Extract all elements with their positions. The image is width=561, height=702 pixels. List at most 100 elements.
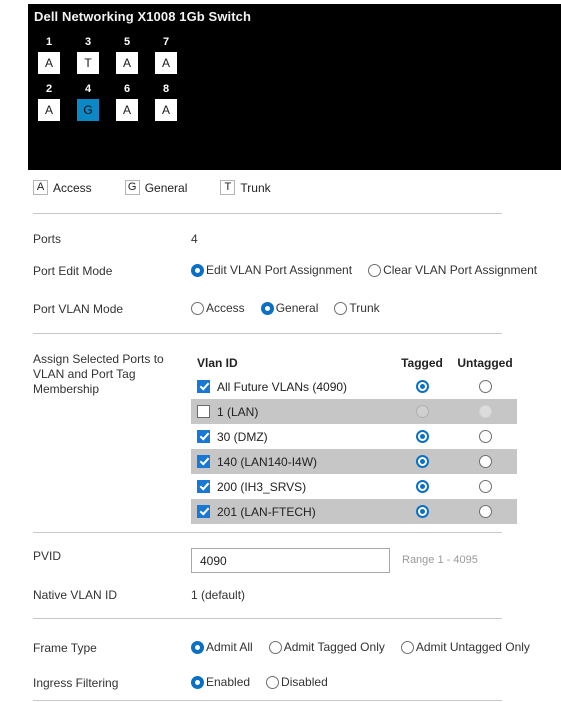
radio-unselected-icon[interactable] [266,675,280,689]
port-mode-box[interactable]: T [77,52,99,74]
untagged-cell[interactable] [453,455,517,468]
radio-selected-icon[interactable] [191,640,204,654]
checkbox-checked-icon[interactable] [197,505,210,518]
port-vlan-mode-radiogroup[interactable]: Access General Trunk [191,301,396,315]
radio-selected-icon[interactable] [191,263,204,277]
frame-type-option-0[interactable]: Admit All [191,640,253,654]
port-mode-box[interactable]: A [116,99,138,121]
tagged-cell[interactable] [391,455,453,468]
untagged-cell[interactable] [453,480,517,493]
port-mode-box[interactable]: A [38,99,60,121]
tagged-cell[interactable] [391,430,453,443]
port-number-label: 7 [162,36,170,48]
vlan-id-cell[interactable]: 140 (LAN140-I4W) [191,455,391,469]
radio-unselected-icon[interactable] [368,263,382,277]
port-number-label: 6 [123,83,131,95]
tagged-cell[interactable] [391,405,453,418]
port-3[interactable]: 3T [77,36,99,74]
tagged-radio-selected-icon[interactable] [415,505,429,518]
untagged-radio-unselected-icon[interactable] [478,455,492,468]
vlan-row[interactable]: 140 (LAN140-I4W) [191,449,517,474]
port-mode-box[interactable]: A [155,52,177,74]
vlan-row[interactable]: All Future VLANs (4090) [191,374,517,399]
vlan-row[interactable]: 1 (LAN) [191,399,517,424]
checkbox-checked-icon[interactable] [197,480,210,493]
radio-selected-icon[interactable] [191,675,204,689]
frame-type-radiogroup[interactable]: Admit All Admit Tagged Only Admit Untagged… [191,640,546,654]
ports-value: 4 [191,232,198,246]
port-vlan-mode-option-0[interactable]: Access [191,301,245,315]
port-vlan-mode-option-2[interactable]: Trunk [334,301,380,315]
port-4[interactable]: 4G [77,83,99,121]
port-mode-box[interactable]: A [38,52,60,74]
vlan-name-label: 201 (LAN-FTECH) [217,504,316,519]
divider [33,532,502,533]
port-1[interactable]: 1A [38,36,60,74]
radio-unselected-icon[interactable] [400,640,414,654]
checkbox-checked-icon[interactable] [197,455,210,468]
untagged-radio-unselected-icon[interactable] [478,480,492,493]
untagged-cell[interactable] [453,430,517,443]
tagged-radio-selected-icon[interactable] [415,480,429,493]
radio-unselected-icon[interactable] [334,301,348,315]
radio-unselected-icon[interactable] [268,640,282,654]
tagged-radio-selected-icon[interactable] [415,380,429,393]
port-row: 1A3T5A7A [38,36,177,74]
tagged-radio-selected-icon[interactable] [415,430,429,443]
port-8[interactable]: 8A [155,83,177,121]
pvid-range-hint: Range 1 - 4095 [402,554,478,566]
untagged-cell[interactable] [453,405,517,418]
vlan-assignment-label: Assign Selected Ports to VLAN and Port T… [33,352,164,396]
vlan-row[interactable]: 201 (LAN-FTECH) [191,499,517,524]
checkbox-checked-icon[interactable] [197,380,210,393]
checkbox-unchecked-icon[interactable] [197,405,210,418]
port-5[interactable]: 5A [116,36,138,74]
vlan-name-label: 1 (LAN) [217,404,259,419]
vlan-id-cell[interactable]: 1 (LAN) [191,405,391,419]
vlan-row[interactable]: 30 (DMZ) [191,424,517,449]
legend-key-box: G [124,180,140,195]
untagged-radio-unselected-icon[interactable] [478,505,492,518]
port-edit-mode-label: Port Edit Mode [33,264,113,278]
column-header-tagged: Tagged [401,356,443,370]
checkbox-checked-icon[interactable] [197,430,210,443]
ingress-filtering-option-1[interactable]: Disabled [266,675,328,689]
port-number-label: 8 [162,83,170,95]
port-6[interactable]: 6A [116,83,138,121]
untagged-cell[interactable] [453,505,517,518]
radio-selected-icon[interactable] [260,301,274,315]
vlan-row[interactable]: 200 (IH3_SRVS) [191,474,517,499]
untagged-radio-unselected-icon[interactable] [478,430,492,443]
port-vlan-mode-label: Port VLAN Mode [33,302,124,316]
port-mode-box[interactable]: A [155,99,177,121]
port-2[interactable]: 2A [38,83,60,121]
switch-title: Dell Networking X1008 1Gb Switch [34,9,252,24]
frame-type-option-1[interactable]: Admit Tagged Only [268,640,385,654]
port-edit-mode-option-1[interactable]: Clear VLAN Port Assignment [368,263,537,277]
port-mode-legend: A Access G General T Trunk [33,180,304,195]
port-7[interactable]: 7A [155,36,177,74]
vlan-id-cell[interactable]: 201 (LAN-FTECH) [191,505,391,519]
frame-type-option-2[interactable]: Admit Untagged Only [400,640,530,654]
port-mode-box[interactable]: G [77,99,99,121]
tagged-radio-selected-icon[interactable] [415,455,429,468]
vlan-id-cell[interactable]: All Future VLANs (4090) [191,380,391,394]
port-mode-box[interactable]: A [116,52,138,74]
native-vlan-row: Native VLAN ID 1 (default) [33,587,533,603]
vlan-id-cell[interactable]: 200 (IH3_SRVS) [191,480,391,494]
tagged-cell[interactable] [391,480,453,493]
port-vlan-mode-option-1[interactable]: General [260,301,318,315]
legend-key-box: A [33,180,48,195]
untagged-cell[interactable] [453,380,517,393]
vlan-id-cell[interactable]: 30 (DMZ) [191,430,391,444]
frame-type-option-label: Admit Untagged Only [415,640,530,654]
ingress-filtering-option-0[interactable]: Enabled [191,675,250,689]
ingress-filtering-radiogroup[interactable]: Enabled Disabled [191,675,344,689]
radio-unselected-icon[interactable] [191,301,204,315]
tagged-cell[interactable] [391,380,453,393]
port-edit-mode-option-0[interactable]: Edit VLAN Port Assignment [191,263,352,277]
tagged-cell[interactable] [391,505,453,518]
port-edit-mode-radiogroup[interactable]: Edit VLAN Port Assignment Clear VLAN Port… [191,263,553,277]
pvid-input[interactable] [191,548,390,573]
untagged-radio-unselected-icon[interactable] [478,380,492,393]
